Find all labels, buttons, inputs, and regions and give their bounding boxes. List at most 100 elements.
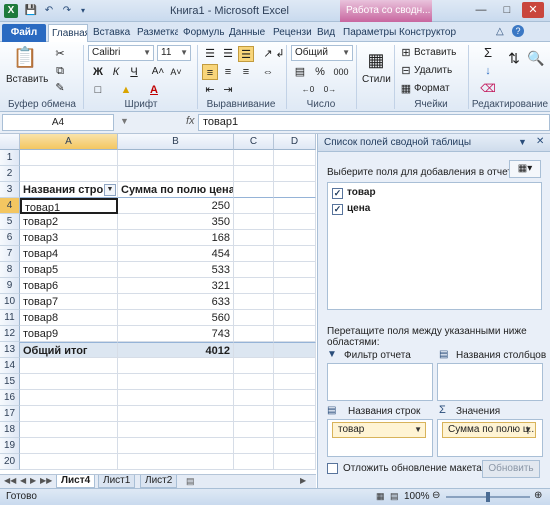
column-header-d[interactable]: D (274, 134, 316, 150)
grid-cell[interactable] (20, 406, 118, 422)
delete-cells-button[interactable]: Удалить (414, 64, 452, 78)
pane-options-icon[interactable]: ▼ (518, 137, 527, 147)
value-field-chip[interactable]: Сумма по полю ц... ▼ (442, 422, 536, 438)
format-cells-icon[interactable]: ▦ (398, 81, 414, 97)
row-header[interactable]: 8 (0, 262, 20, 278)
redo-icon[interactable]: ↷ (60, 4, 74, 18)
close-pane-icon[interactable]: ✕ (536, 136, 544, 147)
zoom-in-icon[interactable]: ⊕ (534, 490, 542, 501)
column-header-c[interactable]: C (234, 134, 274, 150)
expand-namebox-icon[interactable]: ▼ (120, 116, 129, 126)
styles-button[interactable]: Стили (362, 73, 391, 87)
grid-cell[interactable] (234, 438, 274, 454)
insert-cells-button[interactable]: Вставить (414, 46, 456, 60)
borders-icon[interactable]: □ (90, 82, 106, 98)
grid-cell[interactable]: Сумма по полю цена (118, 182, 234, 198)
grid-cell[interactable] (118, 390, 234, 406)
grid-cell[interactable]: товар5 (20, 262, 118, 278)
field-checkbox-product[interactable]: ✓ (332, 188, 343, 199)
paste-icon[interactable]: 📋 (12, 45, 38, 71)
grid-cell[interactable]: товар2 (20, 214, 118, 230)
grid-cell[interactable]: 4012 (118, 342, 234, 358)
update-button[interactable]: Обновить (482, 460, 540, 478)
grid-cell[interactable]: товар9 (20, 326, 118, 342)
sheet-tab-list1[interactable]: Лист1 (98, 475, 136, 488)
grid-cell[interactable] (118, 358, 234, 374)
save-icon[interactable]: 💾 (24, 4, 38, 18)
fill-icon[interactable]: ↓ (480, 63, 496, 79)
grid-cell[interactable] (274, 422, 316, 438)
grid-cell[interactable]: 633 (118, 294, 234, 310)
tab-insert[interactable]: Вставка (90, 24, 132, 42)
grid-cell[interactable] (20, 422, 118, 438)
customize-quick-access-icon[interactable]: ▾ (76, 4, 90, 18)
grid-cell[interactable] (274, 358, 316, 374)
row-header[interactable]: 5 (0, 214, 20, 230)
grid-cell[interactable] (274, 278, 316, 294)
minimize-ribbon-icon[interactable]: △ (496, 26, 504, 37)
first-sheet-icon[interactable]: ◀◀ (4, 476, 16, 485)
row-header[interactable]: 18 (0, 422, 20, 438)
grid-cell[interactable] (274, 310, 316, 326)
field-name-product[interactable]: товар (347, 187, 376, 198)
fill-color-icon[interactable]: ▲ (118, 82, 134, 98)
grid-cell[interactable] (234, 358, 274, 374)
paste-button[interactable]: Вставить (6, 73, 48, 87)
grid-cell[interactable] (234, 166, 274, 182)
row-header[interactable]: 7 (0, 246, 20, 262)
grid-cell[interactable] (234, 422, 274, 438)
row-header[interactable]: 3 (0, 182, 20, 198)
font-color-icon[interactable]: A (146, 82, 162, 98)
rows-drop-area[interactable]: товар ▼ (327, 419, 433, 457)
grid-cell[interactable] (118, 406, 234, 422)
grid-cell[interactable]: 743 (118, 326, 234, 342)
grid-cell[interactable]: 350 (118, 214, 234, 230)
tab-home[interactable]: Главная (48, 24, 88, 42)
row-header[interactable]: 20 (0, 454, 20, 470)
grid-cell[interactable] (20, 358, 118, 374)
row-header[interactable]: 9 (0, 278, 20, 294)
grid-cell[interactable] (274, 406, 316, 422)
grid-cell[interactable] (274, 374, 316, 390)
percent-button[interactable]: % (312, 64, 328, 80)
number-format-dropdown[interactable]: Общий ▼ (291, 45, 353, 61)
grid-cell[interactable] (274, 294, 316, 310)
grid-cell[interactable] (234, 390, 274, 406)
field-name-price[interactable]: цена (347, 203, 370, 214)
view-normal-icon[interactable]: ▦ (376, 491, 385, 502)
grid-cell[interactable] (234, 214, 274, 230)
grid-cell[interactable]: 533 (118, 262, 234, 278)
copy-icon[interactable]: ⧉ (52, 63, 68, 79)
grid-cell[interactable] (234, 406, 274, 422)
clear-icon[interactable]: ⌫ (480, 81, 496, 97)
grid-cell[interactable] (274, 390, 316, 406)
tab-review[interactable]: Рецензи (270, 24, 312, 42)
zoom-level[interactable]: 100% (404, 491, 430, 502)
grid-cell[interactable] (234, 326, 274, 342)
font-name-dropdown[interactable]: Calibri ▼ (88, 45, 154, 61)
grid-cell[interactable] (274, 326, 316, 342)
grid-cell[interactable] (118, 374, 234, 390)
row-header[interactable]: 17 (0, 406, 20, 422)
font-size-dropdown[interactable]: 11 ▼ (157, 45, 191, 61)
grid-cell[interactable] (274, 342, 316, 358)
grid-cell[interactable] (274, 182, 316, 198)
delete-cells-icon[interactable]: ⊟ (398, 63, 414, 79)
formula-input[interactable]: товар1 (198, 114, 550, 131)
help-icon[interactable]: ? (512, 25, 524, 37)
select-all-corner[interactable] (0, 134, 20, 150)
row-header[interactable]: 14 (0, 358, 20, 374)
columns-drop-area[interactable] (437, 363, 543, 401)
bold-icon[interactable]: Ж (90, 64, 106, 80)
tab-design[interactable]: Конструктор (396, 24, 458, 42)
align-bottom-icon[interactable]: ☰ (238, 46, 254, 62)
undo-icon[interactable]: ↶ (42, 4, 56, 18)
grid-cell[interactable] (234, 310, 274, 326)
grid-cell[interactable] (20, 390, 118, 406)
align-middle-icon[interactable]: ☰ (220, 46, 236, 62)
find-select-icon[interactable]: 🔍 (526, 48, 546, 68)
grid-cell[interactable] (274, 246, 316, 262)
tab-file[interactable]: Файл (2, 24, 46, 42)
row-header[interactable]: 12 (0, 326, 20, 342)
grid-cell[interactable] (118, 422, 234, 438)
